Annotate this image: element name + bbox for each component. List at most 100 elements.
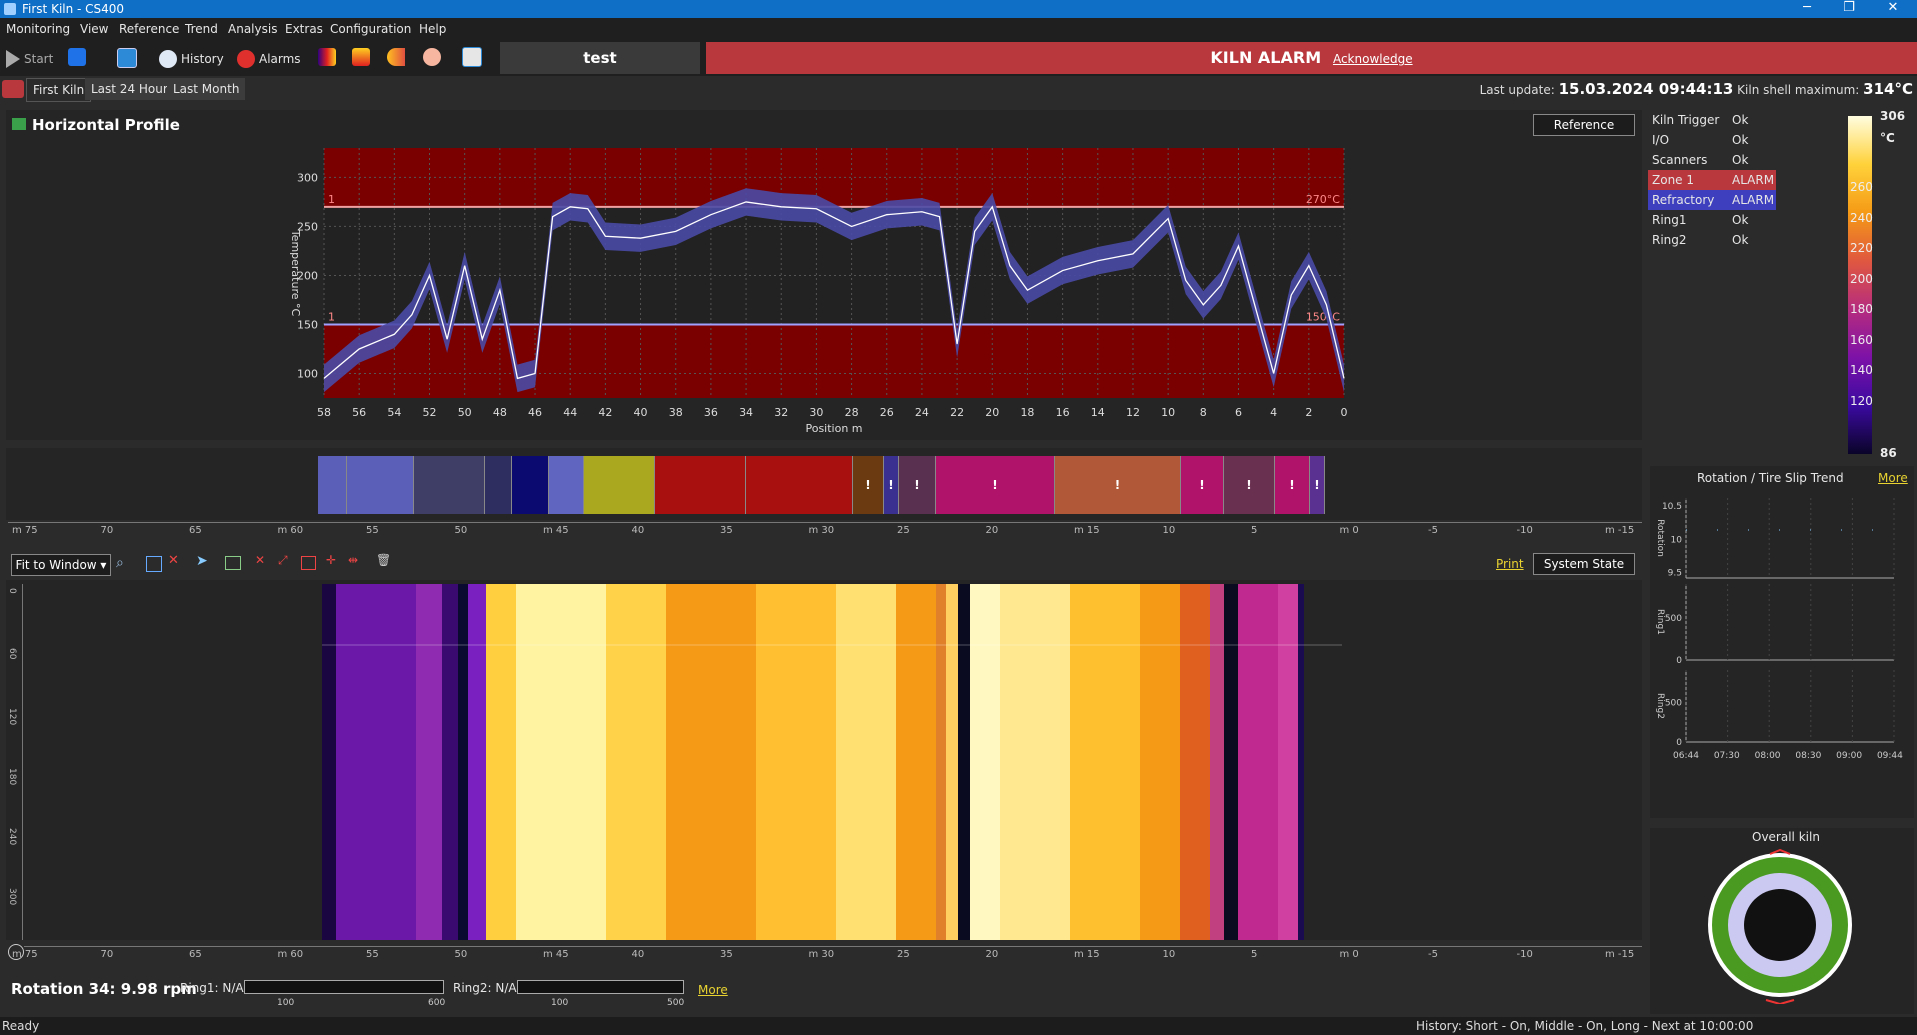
- x-tick-label: 20: [985, 406, 999, 419]
- menu-trend[interactable]: Trend: [185, 22, 218, 36]
- colorbar-tick: 220: [1850, 241, 1873, 255]
- stop-icon[interactable]: [68, 48, 86, 66]
- alarm-zone-low: [324, 324, 1344, 398]
- history-button[interactable]: History: [159, 48, 224, 70]
- x-tick-label: 10: [1161, 406, 1175, 419]
- menu-monitoring[interactable]: Monitoring: [6, 22, 70, 36]
- thermal-band: [1070, 584, 1140, 940]
- zone-segment[interactable]: !: [1275, 456, 1310, 514]
- profile-icon: [12, 118, 26, 130]
- menu-extras[interactable]: Extras: [285, 22, 323, 36]
- zone-segment[interactable]: [318, 456, 347, 514]
- window-add-icon[interactable]: [117, 48, 137, 68]
- thermal-scan-image[interactable]: [322, 584, 1342, 940]
- thermal-band: [1000, 584, 1070, 940]
- colorbar-tick: 260: [1850, 180, 1873, 194]
- zone-segment[interactable]: !: [899, 456, 936, 514]
- system-state-button[interactable]: System State: [1533, 553, 1635, 575]
- palette-flame-icon[interactable]: [387, 48, 405, 66]
- zone-segment[interactable]: !: [1181, 456, 1224, 514]
- acknowledge-link[interactable]: Acknowledge: [1333, 52, 1413, 66]
- zoom-select[interactable]: Fit to Window ▾: [11, 554, 111, 576]
- favorite-icon[interactable]: [462, 47, 482, 67]
- status-ready: Ready: [2, 1019, 40, 1033]
- start-label: Start: [24, 52, 54, 66]
- image-view-icon[interactable]: [146, 556, 162, 572]
- trend-time: 08:00: [1755, 751, 1781, 761]
- ruler-label: m 45: [543, 949, 569, 960]
- delete-marker-icon[interactable]: ✕: [255, 553, 265, 567]
- print-link[interactable]: Print: [1496, 557, 1524, 571]
- x-tick-label: 42: [598, 406, 612, 419]
- maximize-button[interactable]: ❐: [1831, 0, 1867, 18]
- zone-segment[interactable]: [512, 456, 549, 514]
- zone-segment-bar[interactable]: !!!!!!!!!: [318, 456, 1343, 514]
- ring2-label: Ring2: N/A: [453, 981, 517, 995]
- scan-time-axis: 0 60 120 180 240 300: [6, 584, 23, 940]
- profile-chart[interactable]: 58 56 54 52 50 48 46 44 42 40 38 36 34 32 30 28 26 24 22 20…: [278, 138, 1348, 438]
- thermal-band: [322, 584, 336, 940]
- rect-tool-icon[interactable]: [301, 556, 316, 570]
- x-tick-label: 30: [809, 406, 823, 419]
- zone-segment[interactable]: [414, 456, 485, 514]
- reference-button[interactable]: Reference: [1533, 114, 1635, 136]
- area-icon[interactable]: [225, 556, 241, 570]
- y-tick-label: 150: [297, 318, 318, 331]
- tab-last-month[interactable]: Last Month: [167, 78, 246, 100]
- pointer-icon[interactable]: ➤: [196, 553, 208, 569]
- menu-help[interactable]: Help: [419, 22, 446, 36]
- zone-segment[interactable]: [347, 456, 414, 514]
- line-tool-icon[interactable]: ⤢: [278, 553, 288, 568]
- minimize-button[interactable]: ─: [1789, 0, 1825, 18]
- zone-segment[interactable]: [746, 456, 853, 514]
- clear-icon[interactable]: ✕: [168, 553, 179, 568]
- ring1-label: Ring1: N/A: [180, 981, 244, 995]
- menu-configuration[interactable]: Configuration: [330, 22, 411, 36]
- x-tick-label: 26: [880, 406, 894, 419]
- zone-segment[interactable]: !: [1224, 456, 1275, 514]
- trend-time: 09:44: [1877, 751, 1903, 761]
- ruler-label: 10: [1162, 525, 1176, 536]
- palette-circle-icon[interactable]: [423, 48, 441, 66]
- start-button[interactable]: Start: [6, 48, 53, 70]
- trend-more-link[interactable]: More: [1878, 471, 1908, 485]
- alarm-bell-icon: [237, 50, 255, 68]
- zone-segment[interactable]: [584, 456, 655, 514]
- ruler-label: 5: [1251, 949, 1258, 960]
- alarms-button[interactable]: Alarms: [237, 48, 301, 70]
- zone-segment[interactable]: !: [884, 456, 899, 514]
- ruler-label: 50: [454, 949, 468, 960]
- menu-bar: Monitoring View Reference Trend Analysis…: [0, 18, 1917, 40]
- ruler-label: 65: [189, 525, 202, 536]
- menu-reference[interactable]: Reference: [119, 22, 179, 36]
- status-value: Ok: [1732, 133, 1749, 147]
- status-name: Kiln Trigger: [1652, 113, 1720, 127]
- cross-tool-icon[interactable]: ✛: [326, 553, 336, 567]
- search-icon[interactable]: ⌕: [116, 555, 124, 571]
- close-button[interactable]: ✕: [1875, 0, 1911, 18]
- status-list: Kiln Trigger Ok I/O Ok Scanners Ok Zone 1 ALARM…: [1648, 110, 1776, 250]
- trend-time: 06:44: [1673, 751, 1699, 761]
- zone-segment[interactable]: [655, 456, 746, 514]
- palette-iron-icon[interactable]: [318, 48, 336, 66]
- zone-segment[interactable]: !: [853, 456, 884, 514]
- zone-segment[interactable]: [549, 456, 584, 514]
- ring2-gauge: [517, 980, 684, 994]
- trash-icon[interactable]: 🗑: [376, 553, 391, 567]
- zone-segment[interactable]: [485, 456, 512, 514]
- tab-first-kiln[interactable]: First Kiln: [26, 78, 92, 102]
- ruler-label: 65: [189, 949, 202, 960]
- measure-tool-icon[interactable]: ⇹: [348, 553, 358, 567]
- menu-view[interactable]: View: [80, 22, 108, 36]
- more-link[interactable]: More: [698, 983, 728, 997]
- menu-analysis[interactable]: Analysis: [228, 22, 277, 36]
- zone-segment[interactable]: !: [1310, 456, 1325, 514]
- scan-time-label: 60: [7, 648, 17, 660]
- zoom-select-value: Fit to Window: [15, 558, 97, 572]
- palette-rainbow-icon[interactable]: [352, 48, 370, 66]
- tab-last-24-hours[interactable]: Last 24 Hours: [85, 78, 181, 100]
- status-name: Zone 1: [1652, 173, 1694, 187]
- ruler-label: -5: [1428, 949, 1438, 960]
- zone-segment[interactable]: !: [1055, 456, 1181, 514]
- zone-segment[interactable]: !: [936, 456, 1055, 514]
